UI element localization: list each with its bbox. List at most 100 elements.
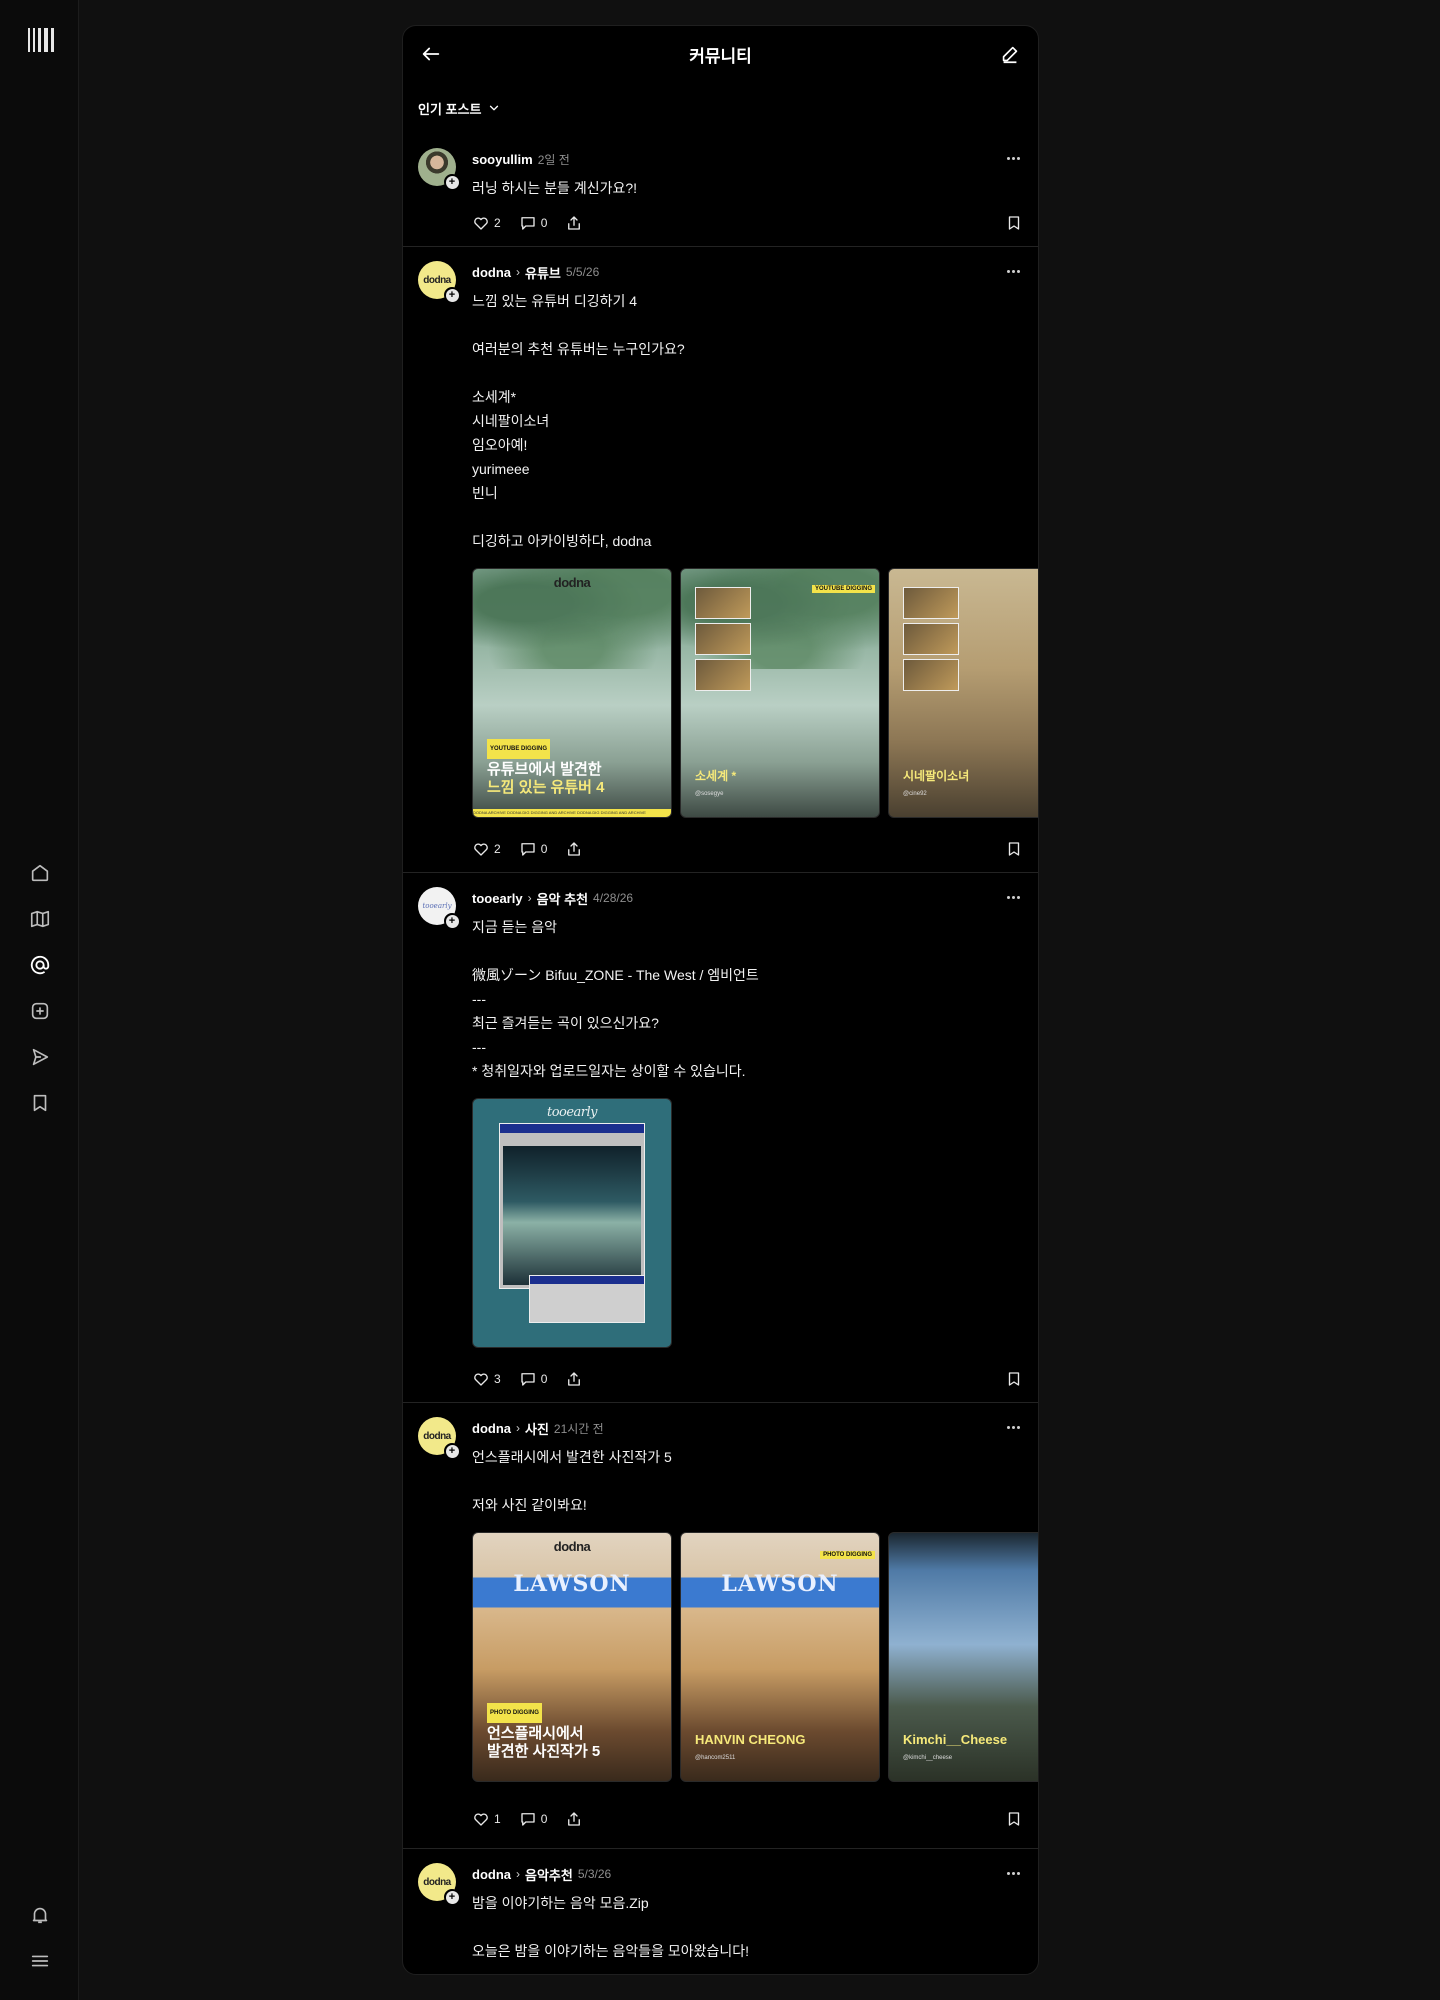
avatar[interactable]: tooearly + [418,887,460,929]
post-item[interactable]: dodna + dodna › 음악추천 5/3/26 밤을 이야기하는 음악 … [403,1849,1038,1963]
like-button[interactable]: 2 [472,840,501,858]
like-count: 3 [494,1372,501,1386]
image-brand-text: dodna [553,1539,591,1554]
more-options-icon[interactable] [1003,1417,1023,1437]
comment-count: 0 [540,842,548,856]
post-username[interactable]: dodna [472,1421,511,1436]
bookmark-icon[interactable] [1005,1370,1023,1388]
image-caption: Kimchi__Cheese [903,1732,1008,1747]
image-carousel[interactable]: dodna LAWSON PHOTO DIGGING 언스플래시에서 발견한 사… [472,1532,1038,1782]
filter-label: 인기 포스트 [418,101,482,117]
store-sign-text: LAWSON [513,1571,631,1597]
avatar[interactable]: + [418,148,460,190]
image-caption: 발견한 사진작가 5 [487,1743,601,1760]
post-category[interactable]: 사진 [525,1419,549,1438]
post-username[interactable]: dodna [472,1867,511,1882]
avatar[interactable]: dodna + [418,1417,460,1459]
more-options-icon[interactable] [1003,261,1023,281]
page-title: 커뮤니티 [689,46,752,66]
share-button[interactable] [565,1810,583,1828]
follow-plus-icon[interactable]: + [444,913,460,929]
heart-icon [474,1373,488,1386]
image-caption: 언스플래시에서 [487,1725,584,1742]
left-rail [0,0,79,2000]
avatar[interactable]: dodna + [418,1863,460,1905]
share-icon [568,216,581,230]
at-icon[interactable] [24,949,56,981]
image-carousel[interactable]: tooearly [472,1098,1038,1348]
heart-icon [474,1813,488,1826]
like-button[interactable]: 2 [472,214,501,232]
sort-filter-dropdown[interactable]: 인기 포스트 [403,82,1038,134]
bookmark-icon[interactable] [1005,1810,1023,1828]
post-item[interactable]: dodna + dodna › 유튜브 5/5/26 느낌 있는 유튜버 디깅하… [403,247,1038,873]
more-options-icon[interactable] [1003,148,1023,168]
post-username[interactable]: tooearly [472,891,523,906]
post-text: 밤을 이야기하는 음악 모음.Zip 오늘은 밤을 이야기하는 음악들을 모아왔… [472,1895,750,1959]
album-cover-image[interactable]: tooearly [472,1098,672,1348]
comment-button[interactable]: 0 [519,214,547,232]
carousel-image[interactable]: PHOTO DIGGING LAWSON HANVIN CHEONG @hanc… [680,1532,880,1782]
post-username[interactable]: sooyullim [472,152,533,167]
follow-plus-icon[interactable]: + [444,174,460,190]
share-button[interactable] [565,1370,583,1388]
image-strip-text: DODNA ARCHIVE DODNA DIG DIGGING AND ARCH… [473,809,671,817]
like-button[interactable]: 3 [472,1370,501,1388]
compose-pencil-icon[interactable] [996,40,1024,68]
image-brand-text: tooearly [546,1105,598,1120]
image-caption: 유튜브에서 발견한 [487,761,602,778]
post-text: 러닝 하시는 분들 계신가요?! [472,180,638,196]
post-item[interactable]: dodna + dodna › 사진 21시간 전 언스플래시에서 발견한 사진… [403,1403,1038,1849]
avatar[interactable]: dodna + [418,261,460,303]
back-arrow-icon[interactable] [417,40,445,68]
heart-icon [474,217,488,230]
image-caption: 느낌 있는 유튜버 4 [487,779,605,796]
share-button[interactable] [565,214,583,232]
app-logo[interactable] [28,28,54,52]
image-caption: 시네팔이소녀 [903,769,970,783]
image-caption: 소세계 * [695,769,737,783]
image-carousel[interactable]: dodna YOUTUBE DIGGING 유튜브에서 발견한 느낌 있는 유튜… [472,568,1038,818]
plus-square-icon[interactable] [24,995,56,1027]
post-time: 4/28/26 [593,891,634,905]
comment-button[interactable]: 0 [519,1370,547,1388]
post-item[interactable]: tooearly + tooearly › 음악 추천 4/28/26 지금 듣… [403,873,1038,1403]
follow-plus-icon[interactable]: + [444,287,460,303]
bookmark-icon[interactable] [1005,214,1023,232]
like-button[interactable]: 1 [472,1810,501,1828]
comment-icon [521,843,535,856]
carousel-image[interactable]: dodna LAWSON PHOTO DIGGING 언스플래시에서 발견한 사… [472,1532,672,1782]
post-username[interactable]: dodna [472,265,511,280]
more-options-icon[interactable] [1003,887,1023,907]
image-subtext: @sosegye [695,791,724,797]
bell-icon[interactable] [24,1899,56,1931]
chevron-right-icon: › [527,891,532,905]
carousel-image[interactable]: YOUTUBE DIGGING 소세계 * @sosegye [680,568,880,818]
post-category[interactable]: 음악 추천 [537,889,588,908]
post-item[interactable]: + sooyullim 2일 전 러닝 하시는 분들 계신가요?! 2 0 [403,134,1038,247]
menu-icon[interactable] [24,1945,56,1977]
bookmark-icon[interactable] [24,1087,56,1119]
more-options-icon[interactable] [1003,1863,1023,1883]
post-category[interactable]: 유튜브 [525,263,561,282]
follow-plus-icon[interactable]: + [444,1889,460,1905]
image-caption: HANVIN CHEONG [695,1732,806,1747]
carousel-image[interactable]: YO 시네팔이소녀 @cine92 [888,568,1038,818]
follow-plus-icon[interactable]: + [444,1443,460,1459]
post-time: 21시간 전 [553,1421,604,1436]
carousel-image[interactable]: Kimchi__Cheese @kimchi__cheese [888,1532,1038,1782]
send-icon[interactable] [24,1041,56,1073]
comment-button[interactable]: 0 [519,1810,547,1828]
bookmark-icon[interactable] [1005,840,1023,858]
like-count: 1 [494,1812,501,1826]
like-count: 2 [494,216,501,230]
post-category[interactable]: 음악추천 [525,1865,573,1884]
map-icon[interactable] [24,903,56,935]
share-icon [568,1372,581,1386]
like-count: 2 [494,842,501,856]
carousel-image[interactable]: dodna YOUTUBE DIGGING 유튜브에서 발견한 느낌 있는 유튜… [472,568,672,818]
share-button[interactable] [565,840,583,858]
comment-icon [521,217,535,230]
comment-button[interactable]: 0 [519,840,548,858]
home-icon[interactable] [24,857,56,889]
